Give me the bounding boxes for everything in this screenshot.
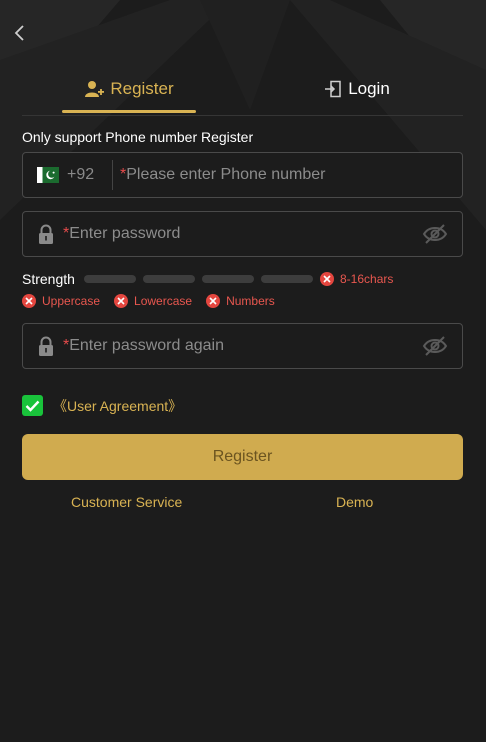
rule-uppercase-label: Uppercase	[42, 294, 101, 308]
eye-off-icon[interactable]	[422, 335, 448, 357]
chevron-left-icon	[14, 25, 24, 41]
rule-length: 8-16chars	[320, 272, 393, 286]
rule-uppercase: Uppercase	[22, 294, 100, 308]
confirm-password-field[interactable]: * Enter password again	[22, 323, 463, 369]
tab-register-label: Register	[110, 79, 174, 98]
auth-tabs: Register Login	[22, 66, 463, 116]
pakistan-flag-icon	[37, 167, 59, 183]
lock-icon	[37, 224, 55, 244]
rule-lowercase-label: Lowercase	[134, 294, 193, 308]
lock-icon	[37, 336, 55, 356]
password-field[interactable]: * Enter password	[22, 211, 463, 257]
rule-numbers: Numbers	[206, 294, 275, 308]
divider	[112, 160, 113, 190]
strength-label: Strength	[22, 271, 75, 287]
login-door-icon	[325, 80, 341, 98]
country-code[interactable]: +92	[67, 166, 103, 184]
phone-field[interactable]: +92 * Please enter Phone number	[22, 152, 463, 198]
user-agreement-link[interactable]: 《User Agreement》	[53, 396, 182, 416]
back-button[interactable]	[8, 22, 30, 44]
error-x-icon	[320, 272, 334, 286]
phone-input[interactable]: Please enter Phone number	[126, 166, 325, 184]
strength-bar	[261, 275, 313, 283]
checkmark-icon	[25, 400, 40, 412]
register-notice: Only support Phone number Register	[22, 129, 254, 145]
strength-bar	[84, 275, 136, 283]
rule-length-label: 8-16chars	[340, 272, 394, 286]
tab-register[interactable]: Register	[62, 66, 196, 113]
eye-off-icon[interactable]	[422, 223, 448, 245]
strength-bar	[202, 275, 254, 283]
demo-link[interactable]: Demo	[336, 494, 373, 510]
rule-lowercase: Lowercase	[114, 294, 192, 308]
tab-login[interactable]: Login	[307, 66, 407, 112]
agreement-row: 《User Agreement》	[22, 395, 182, 416]
agreement-checkbox[interactable]	[22, 395, 43, 416]
strength-bar	[143, 275, 195, 283]
error-x-icon	[206, 294, 221, 308]
tab-login-label: Login	[348, 79, 390, 98]
register-button[interactable]: Register	[22, 434, 463, 480]
password-rules: Uppercase Lowercase Numbers	[22, 293, 289, 309]
customer-service-link[interactable]: Customer Service	[71, 494, 182, 510]
confirm-password-input[interactable]: Enter password again	[69, 337, 224, 355]
rule-numbers-label: Numbers	[226, 294, 275, 308]
user-add-icon	[85, 81, 105, 97]
password-strength: Strength 8-16chars	[22, 269, 463, 289]
error-x-icon	[22, 294, 36, 308]
error-x-icon	[114, 294, 129, 308]
password-input[interactable]: Enter password	[69, 225, 180, 243]
